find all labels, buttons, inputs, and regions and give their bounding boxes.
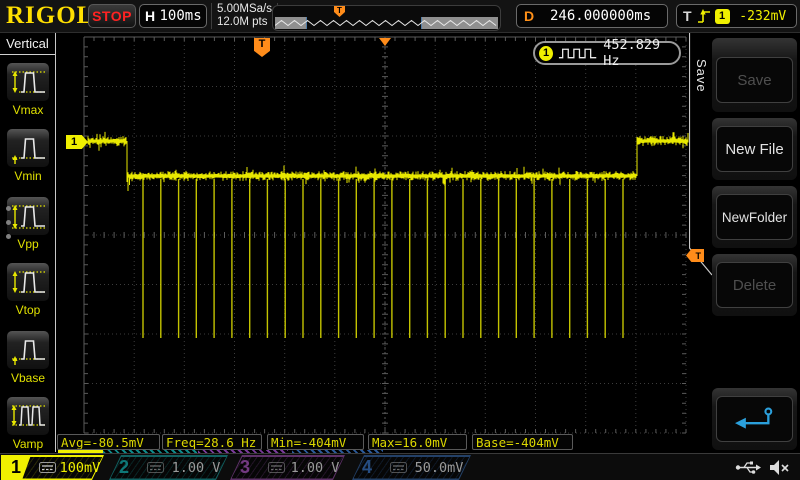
vamp-icon <box>6 396 50 436</box>
acquisition-info: 5.00MSa/s 12.0M pts <box>211 3 278 29</box>
memory-depth: 12.0M pts <box>217 16 272 29</box>
freq-counter-channel-badge: 1 <box>539 46 553 61</box>
return-arrow-icon <box>729 404 781 434</box>
channel1-scale: 100mV <box>56 460 104 476</box>
channel4-number: 4 <box>352 455 382 480</box>
dc-coupling-icon <box>39 462 56 473</box>
vmax-label: Vmax <box>6 103 50 117</box>
softkey-strip: Delete <box>712 254 797 316</box>
menu-page-dot <box>6 206 11 211</box>
measure-menu-title: Vertical <box>0 33 55 55</box>
vmax-icon <box>6 62 50 102</box>
channel2-scale: 1.00 V <box>164 460 228 476</box>
timebase-label: H <box>145 8 155 24</box>
channel-status-bar: 1 100mV 2 1.00 V 3 <box>0 453 800 480</box>
vmin-icon <box>6 128 50 168</box>
waveform-overview-thumbnail: T <box>272 5 501 31</box>
vpp-label: Vpp <box>6 237 50 251</box>
measure-item-vpp[interactable]: Vpp <box>6 196 50 251</box>
measurement-min: Min=-404mV <box>267 434 364 450</box>
channel1-number: 1 <box>1 455 31 480</box>
channel2-number: 2 <box>109 455 139 480</box>
channel1-indicator[interactable]: 1 100mV <box>1 455 104 480</box>
softkey-strip: NewFolder <box>712 186 797 248</box>
menu-page-dot <box>6 234 11 239</box>
trigger-source-channel-badge: 1 <box>715 9 730 24</box>
delay-readout-box: D 246.000000ms <box>516 4 668 28</box>
delay-label: D <box>524 8 534 24</box>
square-wave-icon <box>558 46 597 60</box>
channel2-indicator[interactable]: 2 1.00 V <box>109 455 228 480</box>
measurement-max: Max=16.0mV <box>368 434 467 450</box>
vtop-label: Vtop <box>6 303 50 317</box>
measure-item-vmax[interactable]: Vmax <box>6 62 50 117</box>
menu-tab-title: Save <box>694 59 709 93</box>
usb-icon <box>735 460 761 475</box>
oscilloscope-screen: RIGOL STOP H 100ms 5.00MSa/s 12.0M pts T… <box>0 0 800 480</box>
delete-button[interactable]: Delete <box>716 262 793 308</box>
trigger-readout-box: T 1 -232mV <box>676 4 797 28</box>
softkey-strip <box>712 388 797 450</box>
vbase-icon <box>6 330 50 370</box>
thumbnail-trigger-marker: T <box>334 6 345 17</box>
timebase-value: 100ms <box>155 8 206 24</box>
waveform-display-area: 1 T T 1 452.829 Hz Avg=-80.5mV Freq=28.6… <box>57 33 692 452</box>
channel3-number: 3 <box>230 455 260 480</box>
dc-coupling-icon <box>390 462 407 473</box>
delay-value: 246.000000ms <box>534 8 667 24</box>
measure-item-vmin[interactable]: Vmin <box>6 128 50 183</box>
measurement-avg: Avg=-80.5mV <box>57 434 160 450</box>
freq-counter-value: 452.829 Hz <box>603 37 679 69</box>
sample-rate: 5.00MSa/s <box>217 3 272 16</box>
rigol-logo: RIGOL <box>6 2 94 30</box>
horizontal-timebase-box: H 100ms <box>139 4 207 28</box>
save-softkey-menu: Save Save New File NewFolder Delete <box>689 33 800 452</box>
vmin-label: Vmin <box>6 169 50 183</box>
dc-coupling-icon <box>147 462 164 473</box>
horizontal-center-marker <box>379 38 391 46</box>
top-status-bar: RIGOL STOP H 100ms 5.00MSa/s 12.0M pts T… <box>0 0 800 33</box>
vpp-icon <box>6 196 50 236</box>
frequency-counter-box: 1 452.829 Hz <box>533 41 681 65</box>
new-file-button[interactable]: New File <box>716 126 793 172</box>
menu-page-dot <box>6 220 11 225</box>
measure-item-vtop[interactable]: Vtop <box>6 262 50 317</box>
channel4-scale: 50.0mV <box>407 460 471 476</box>
channel3-scale: 1.00 V <box>285 460 345 476</box>
measure-item-vamp[interactable]: Vamp <box>6 396 50 451</box>
speaker-muted-icon <box>769 458 790 477</box>
return-button[interactable] <box>716 396 793 442</box>
channel3-indicator[interactable]: 3 1.00 V <box>230 455 345 480</box>
vamp-label: Vamp <box>6 437 50 451</box>
softkey-strip: New File <box>712 118 797 180</box>
thumbnail-wave <box>275 17 498 29</box>
channel4-indicator[interactable]: 4 50.0mV <box>352 455 471 480</box>
trigger-label: T <box>683 8 692 24</box>
new-folder-button[interactable]: NewFolder <box>716 194 793 240</box>
dc-coupling-icon <box>268 462 285 473</box>
run-stop-indicator[interactable]: STOP <box>88 4 136 28</box>
channel1-waveform-trace <box>57 33 692 452</box>
vtop-icon <box>6 262 50 302</box>
trigger-level-value: -232mV <box>730 9 796 24</box>
vertical-measure-menu: Vertical Vmax <box>0 33 56 452</box>
save-button[interactable]: Save <box>716 57 793 103</box>
measurement-base: Base=-404mV <box>472 434 573 450</box>
softkey-strip: Save <box>712 38 797 112</box>
vbase-label: Vbase <box>6 371 50 385</box>
run-state-label: STOP <box>92 8 132 24</box>
measurement-freq: Freq=28.6 Hz <box>162 434 262 450</box>
rising-edge-trigger-icon <box>697 8 711 25</box>
measure-item-vbase[interactable]: Vbase <box>6 330 50 385</box>
